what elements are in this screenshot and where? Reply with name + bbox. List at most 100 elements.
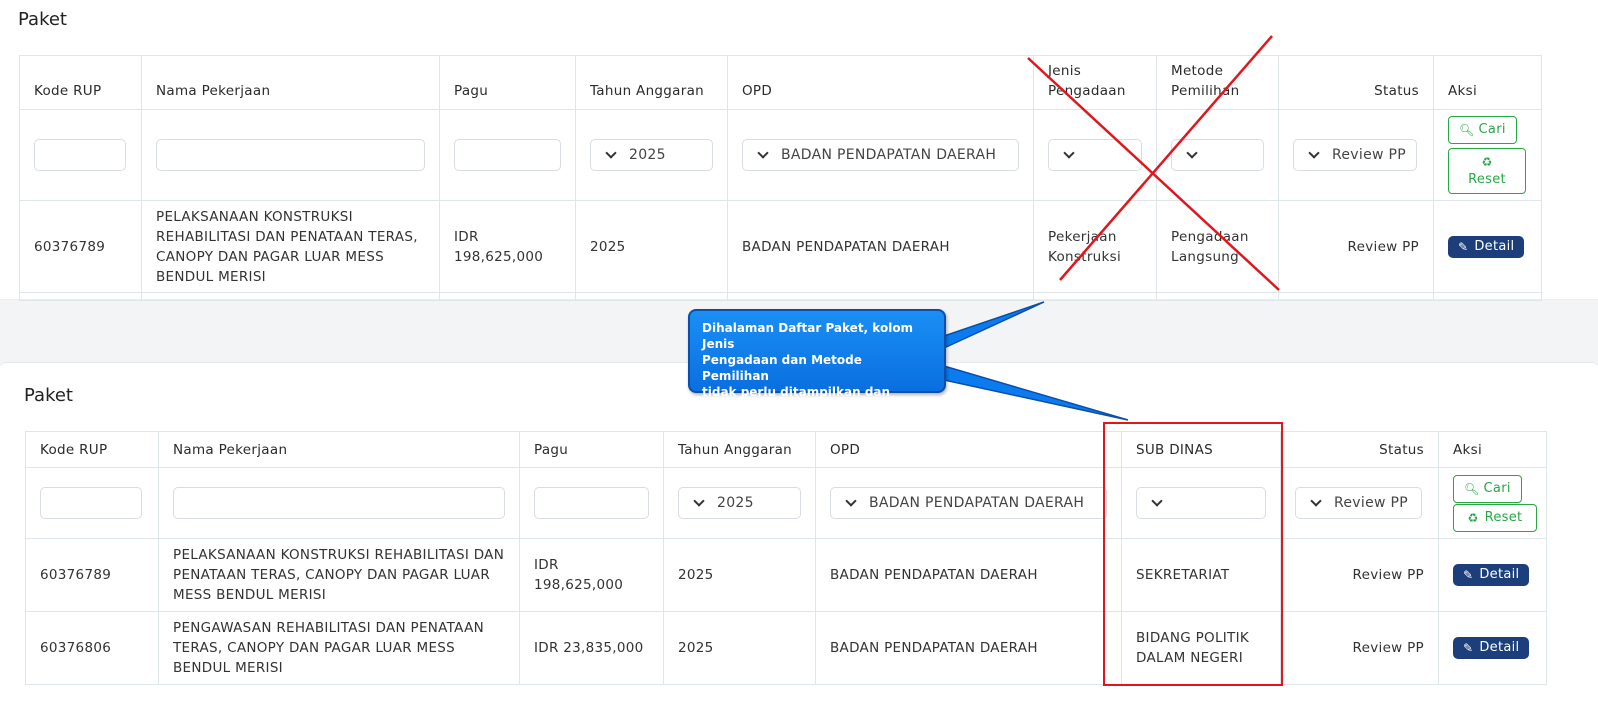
kode-rup-cell: 60376806: [25, 611, 159, 685]
col-opd: OPD: [815, 431, 1122, 468]
status-select[interactable]: Review PP: [1293, 139, 1417, 171]
status-value: Review PP: [1334, 495, 1408, 511]
chevron-down-icon: [693, 495, 705, 507]
nama-pekerjaan-filter-input[interactable]: [156, 139, 425, 171]
chevron-down-icon: [1308, 147, 1320, 159]
chevron-down-icon: [1151, 495, 1163, 507]
col-opd: OPD: [727, 55, 1034, 110]
page-title: Paket: [18, 9, 67, 30]
cari-label: Cari: [1478, 122, 1506, 137]
col-sub-dinas: SUB DINAS: [1121, 431, 1281, 468]
tahun-anggaran-value: 2025: [629, 147, 666, 163]
search-icon: 🔍︎: [1464, 481, 1480, 496]
cari-button[interactable]: 🔍︎ Cari: [1453, 474, 1522, 503]
detail-button[interactable]: ✎ Detail: [1453, 564, 1530, 586]
table-row: 60376789 PELAKSANAAN KONSTRUKSI REHABILI…: [19, 200, 1542, 293]
jenis-pengadaan-cell: Pekerjaan Konstruksi: [1033, 200, 1157, 293]
jenis-pengadaan-select[interactable]: [1048, 139, 1142, 171]
col-kode-rup: Kode RUP: [25, 431, 159, 468]
status-cell: Review PP: [1278, 200, 1434, 293]
opd-value: BADAN PENDAPATAN DAERAH: [869, 495, 1085, 511]
chevron-down-icon: [605, 147, 617, 159]
col-jenis-pengadaan: Jenis Pengadaan: [1033, 55, 1157, 110]
cari-label: Cari: [1483, 480, 1511, 496]
pagu-filter-input[interactable]: [454, 139, 561, 171]
col-pagu: Pagu: [519, 431, 664, 468]
tahun-anggaran-cell: 2025: [663, 538, 816, 612]
recycle-icon: ♻: [1467, 510, 1479, 525]
opd-value: BADAN PENDAPATAN DAERAH: [781, 147, 997, 163]
tahun-anggaran-select[interactable]: 2025: [678, 487, 801, 519]
kode-rup-filter-input[interactable]: [40, 487, 142, 519]
table-row: 60376789 PELAKSANAAN KONSTRUKSI REHABILI…: [25, 538, 1547, 612]
filter-row: 2025 BADAN PENDAPATAN DAERAH Review PP 🔍…: [25, 467, 1547, 539]
search-icon: 🔍︎: [1459, 123, 1475, 137]
status-value: Review PP: [1332, 147, 1406, 163]
opd-select[interactable]: BADAN PENDAPATAN DAERAH: [830, 487, 1107, 519]
nama-pekerjaan-cell: PELAKSANAAN KONSTRUKSI REHABILITASI DAN …: [158, 538, 520, 612]
paket-table: Kode RUP Nama Pekerjaan Pagu Tahun Angga…: [19, 55, 1542, 301]
detail-label: Detail: [1479, 640, 1520, 655]
nama-pekerjaan-cell: PENGAWASAN REHABILITASI DAN PENATAAN TER…: [158, 611, 520, 685]
sub-dinas-cell: SEKRETARIAT: [1121, 538, 1281, 612]
paket-panel-before: Paket Kode RUP Nama Pekerjaan Pagu Tahun…: [0, 0, 1598, 301]
col-aksi: Aksi: [1433, 55, 1542, 110]
edit-icon: ✎: [1463, 641, 1474, 655]
col-tahun-anggaran: Tahun Anggaran: [575, 55, 728, 110]
tahun-anggaran-cell: 2025: [575, 200, 728, 293]
opd-cell: BADAN PENDAPATAN DAERAH: [815, 611, 1122, 685]
chevron-down-icon: [1186, 147, 1198, 159]
tahun-anggaran-select[interactable]: 2025: [590, 139, 713, 171]
paket-panel-after: Paket Kode RUP Nama Pekerjaan Pagu Tahun…: [0, 362, 1598, 722]
paket-table: Kode RUP Nama Pekerjaan Pagu Tahun Angga…: [25, 431, 1547, 685]
sub-dinas-select[interactable]: [1136, 487, 1266, 519]
col-nama-pekerjaan: Nama Pekerjaan: [141, 55, 440, 110]
nama-pekerjaan-cell: PELAKSANAAN KONSTRUKSI REHABILITASI DAN …: [141, 200, 440, 293]
tahun-anggaran-value: 2025: [717, 495, 754, 511]
kode-rup-cell: 60376789: [25, 538, 159, 612]
chevron-down-icon: [757, 147, 769, 159]
reset-button[interactable]: ♻ Reset: [1448, 148, 1526, 194]
detail-button[interactable]: ✎ Detail: [1448, 235, 1525, 258]
screenshot-stage: Paket Kode RUP Nama Pekerjaan Pagu Tahun…: [0, 0, 1598, 722]
reset-label: Reset: [1484, 509, 1523, 525]
col-metode-pemilihan: Metode Pemilihan: [1156, 55, 1279, 110]
edit-icon: ✎: [1463, 568, 1474, 582]
metode-pemilihan-cell: Pengadaan Langsung: [1156, 200, 1279, 293]
annotation-callout: Dihalaman Daftar Paket, kolom Jenis Peng…: [688, 309, 946, 431]
table-row: 60376806 PENGAWASAN REHABILITASI DAN PEN…: [25, 611, 1547, 685]
cari-button[interactable]: 🔍︎ Cari: [1448, 116, 1517, 144]
reset-button[interactable]: ♻ Reset: [1453, 503, 1537, 532]
status-select[interactable]: Review PP: [1295, 487, 1422, 519]
pagu-cell: IDR 198,625,000: [439, 200, 576, 293]
chevron-down-icon: [1063, 147, 1075, 159]
col-kode-rup: Kode RUP: [19, 55, 142, 110]
status-cell: Review PP: [1280, 611, 1439, 685]
detail-button[interactable]: ✎ Detail: [1453, 637, 1530, 659]
table-header-row: Kode RUP Nama Pekerjaan Pagu Tahun Angga…: [25, 431, 1547, 468]
col-tahun-anggaran: Tahun Anggaran: [663, 431, 816, 468]
opd-select[interactable]: BADAN PENDAPATAN DAERAH: [742, 139, 1019, 171]
callout-pointer-up: [943, 301, 1045, 350]
edit-icon: ✎: [1458, 239, 1469, 254]
kode-rup-filter-input[interactable]: [34, 139, 126, 171]
status-cell: Review PP: [1280, 538, 1439, 612]
detail-label: Detail: [1479, 567, 1520, 582]
pagu-filter-input[interactable]: [534, 487, 649, 519]
recycle-icon: ♻: [1481, 155, 1493, 169]
filter-row: 2025 BADAN PENDAPATAN DAERAH Review PP 🔍…: [19, 109, 1542, 201]
chevron-down-icon: [1310, 495, 1322, 507]
page-title: Paket: [24, 385, 73, 406]
opd-cell: BADAN PENDAPATAN DAERAH: [727, 200, 1034, 293]
kode-rup-cell: 60376789: [19, 200, 142, 293]
tahun-anggaran-cell: 2025: [663, 611, 816, 685]
nama-pekerjaan-filter-input[interactable]: [173, 487, 505, 519]
col-status: Status: [1278, 55, 1434, 110]
table-header-row: Kode RUP Nama Pekerjaan Pagu Tahun Angga…: [19, 55, 1542, 110]
metode-pemilihan-select[interactable]: [1171, 139, 1264, 171]
col-status: Status: [1280, 431, 1439, 468]
reset-label: Reset: [1468, 172, 1506, 187]
chevron-down-icon: [845, 495, 857, 507]
pagu-cell: IDR 198,625,000: [519, 538, 664, 612]
sub-dinas-cell: BIDANG POLITIK DALAM NEGERI: [1121, 611, 1281, 685]
